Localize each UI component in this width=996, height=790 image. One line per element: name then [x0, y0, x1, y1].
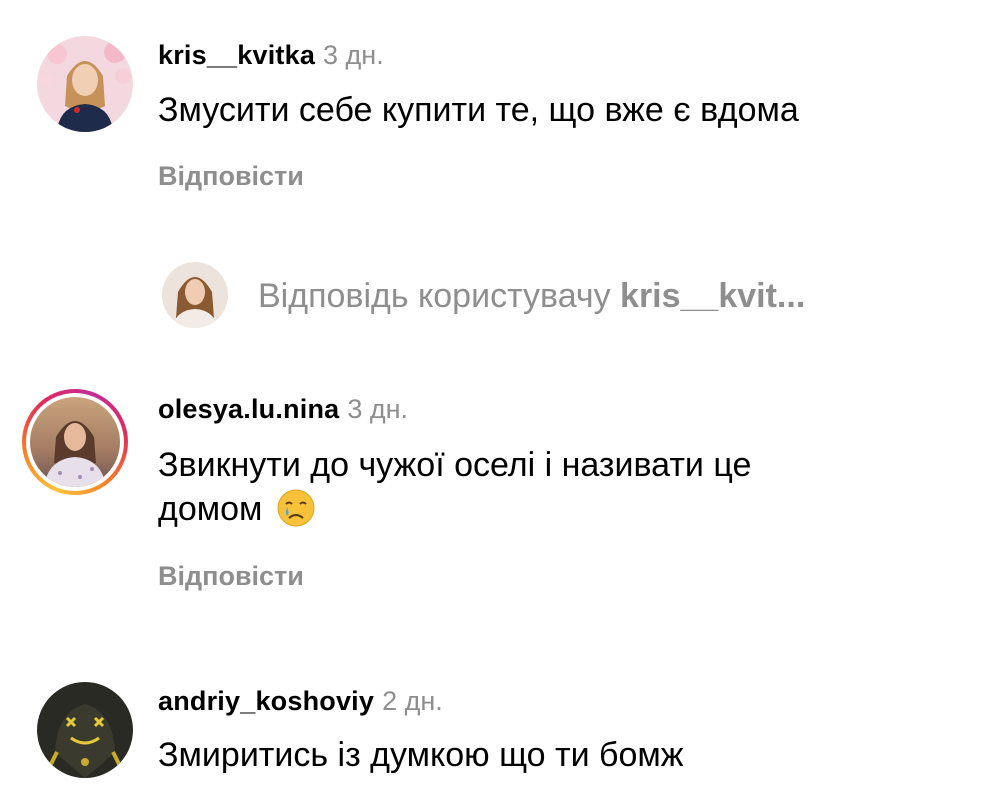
reply-button[interactable]: Відповісти: [158, 160, 304, 192]
comment-text-line: Звикнути до чужої оселі і називати це: [158, 446, 752, 484]
story-ring[interactable]: [22, 389, 128, 495]
avatar[interactable]: [37, 36, 133, 132]
avatar[interactable]: [37, 682, 133, 778]
username[interactable]: andriy_koshoviy: [158, 686, 374, 716]
timestamp: 2 дн.: [382, 686, 443, 716]
comment-header: olesya.lu.nina 3 дн.: [158, 393, 408, 425]
comment-text: Звикнути до чужої оселі і називати це до…: [158, 443, 958, 539]
comment-text: Змиритись із думкою що ти бомж: [158, 736, 684, 774]
timestamp: 3 дн.: [347, 394, 409, 424]
avatar: [162, 262, 228, 328]
comment-header: kris__kvitka 3 дн.: [158, 39, 384, 71]
view-replies-user: kris__kvit...: [620, 277, 806, 315]
comment-text: Змусити себе купити те, що вже є вдома: [158, 91, 799, 129]
comment-text-line: домом: [158, 487, 958, 539]
view-replies-row[interactable]: Відповідь користувачу kris__kvit...: [162, 262, 962, 328]
comment-text-fragment: домом: [158, 490, 263, 528]
view-replies-prefix: Відповідь користувачу: [258, 277, 621, 315]
story-ring-gap: [26, 393, 124, 491]
reply-button[interactable]: Відповісти: [158, 560, 304, 592]
comment-header: andriy_koshoviy 2 дн.: [158, 685, 443, 717]
avatar: [30, 397, 120, 487]
crying-face-icon: [276, 488, 316, 539]
username[interactable]: kris__kvitka: [158, 40, 315, 70]
view-replies-text: Відповідь користувачу kris__kvit...: [258, 276, 805, 316]
username[interactable]: olesya.lu.nina: [158, 394, 339, 424]
timestamp: 3 дн.: [323, 40, 384, 70]
